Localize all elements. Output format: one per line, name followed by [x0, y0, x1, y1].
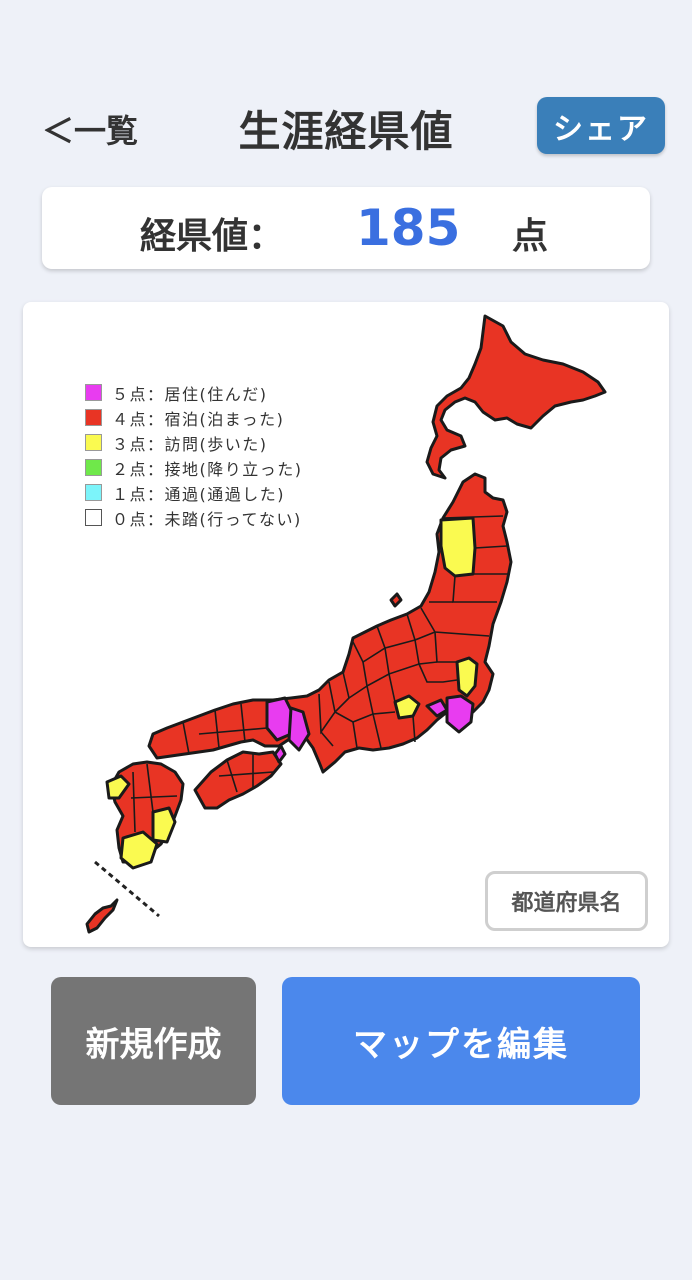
- legend-text: ３点：訪問(歩いた): [112, 434, 268, 454]
- legend-swatch: [85, 409, 102, 426]
- legend-text: ４点：宿泊(泊まった): [112, 409, 285, 429]
- score-card: 経県値： 185 点: [42, 187, 650, 269]
- legend-swatch: [85, 509, 102, 526]
- score-value: 185: [356, 199, 461, 257]
- prefecture-names-button[interactable]: 都道府県名: [485, 871, 648, 931]
- legend-row-level0: ０点：未踏(行ってない): [85, 505, 303, 530]
- legend-row-level2: ２点：接地(降り立った): [85, 455, 303, 480]
- legend-text: １点：通過(通過した): [112, 484, 285, 504]
- map-region-hokkaido: [425, 314, 607, 480]
- legend-swatch: [85, 434, 102, 451]
- legend-row-level3: ３点：訪問(歩いた): [85, 430, 303, 455]
- map-pref-miyazaki: [151, 806, 177, 844]
- edit-map-button[interactable]: マップを編集: [282, 977, 640, 1105]
- map-region-shikoku: [193, 750, 283, 810]
- map-pref-akita: [439, 516, 477, 578]
- legend-text: ０点：未踏(行ってない): [112, 509, 302, 529]
- map-pref-awaji: [273, 744, 287, 764]
- legend-text: ５点：居住(住んだ): [112, 384, 268, 404]
- share-button[interactable]: シェア: [537, 97, 665, 154]
- japan-map-card: ５点：居住(住んだ) ４点：宿泊(泊まった) ３点：訪問(歩いた) ２点：接地(…: [23, 302, 669, 947]
- legend-row-level5: ５点：居住(住んだ): [85, 380, 303, 405]
- legend-row-level1: １点：通過(通過した): [85, 480, 303, 505]
- header-bar: ＜一覧 生涯経県値 シェア: [0, 90, 692, 162]
- new-map-button[interactable]: 新規作成: [51, 977, 256, 1105]
- legend-text: ２点：接地(降り立った): [112, 459, 303, 479]
- map-pref-kagoshima: [119, 830, 159, 870]
- score-unit: 点: [512, 216, 549, 257]
- legend-row-level4: ４点：宿泊(泊まった): [85, 405, 303, 430]
- legend-swatch: [85, 459, 102, 476]
- map-region-sado: [389, 592, 403, 608]
- score-label: 経県値：: [140, 216, 285, 257]
- map-legend: ５点：居住(住んだ) ４点：宿泊(泊まった) ３点：訪問(歩いた) ２点：接地(…: [85, 380, 303, 530]
- legend-swatch: [85, 384, 102, 401]
- map-region-okinawa: [85, 898, 119, 934]
- map-pref-chiba: [445, 694, 475, 734]
- legend-swatch: [85, 484, 102, 501]
